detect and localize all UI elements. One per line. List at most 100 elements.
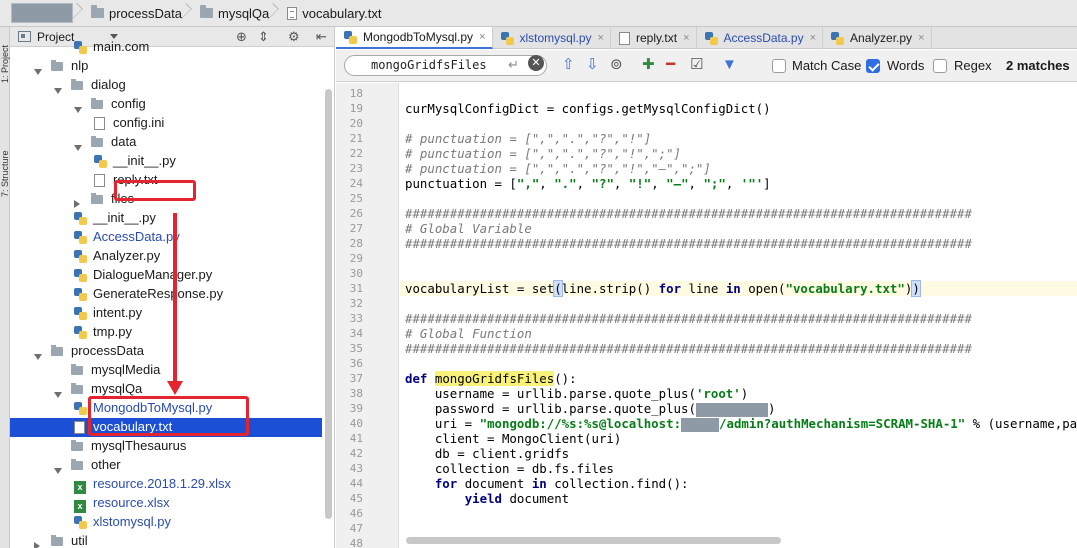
tree-item[interactable]: tmp.py xyxy=(10,323,322,342)
code-line: client = MongoClient(uri) xyxy=(405,431,622,446)
tree-item-label: DialogueManager.py xyxy=(93,267,213,282)
tool-tab-project[interactable]: 1: Project xyxy=(0,35,10,83)
collapse-arrow-icon[interactable] xyxy=(34,542,40,548)
next-occurrence-icon[interactable]: ⇩ xyxy=(586,56,599,74)
clear-search-icon[interactable]: ✕ xyxy=(528,55,544,71)
expand-arrow-icon[interactable] xyxy=(34,69,42,75)
regex-checkbox[interactable] xyxy=(933,59,947,73)
code-line: punctuation = [",", ".", "?", "!", "—", … xyxy=(405,176,771,191)
tree-item[interactable]: __init__.py xyxy=(10,209,322,228)
words-label[interactable]: Words xyxy=(887,59,924,73)
annotation-box-missing-file xyxy=(114,180,196,201)
python-file-icon xyxy=(74,326,87,339)
expand-arrow-icon[interactable] xyxy=(74,107,82,113)
tree-item[interactable]: config xyxy=(10,95,322,114)
tree-item-label: data xyxy=(111,134,137,149)
text-file-icon xyxy=(74,421,85,434)
line-number: 26 xyxy=(349,207,363,220)
expand-arrow-icon[interactable] xyxy=(74,145,82,151)
tree-item[interactable]: xlstomysql.py xyxy=(10,513,322,532)
tree-item-label: main.com xyxy=(93,39,150,54)
words-checkbox[interactable] xyxy=(866,59,880,73)
line-number: 34 xyxy=(349,327,363,340)
search-match: mongoGridfsFiles xyxy=(434,371,555,386)
previous-occurrence-icon[interactable]: ⇧ xyxy=(562,56,575,74)
text-file-icon xyxy=(94,117,105,130)
tree-item[interactable]: main.com xyxy=(10,38,322,57)
expand-arrow-icon[interactable] xyxy=(54,88,62,94)
tree-item-label: tmp.py xyxy=(93,324,133,339)
add-occurrence-icon[interactable]: ✚ xyxy=(642,56,655,74)
editor-tab[interactable]: xlstomysql.py × xyxy=(493,27,611,49)
line-number: 33 xyxy=(349,312,363,325)
editor-tab[interactable]: MongodbToMysql.py × xyxy=(336,27,493,49)
tree-item[interactable]: x resource.xlsx xyxy=(10,494,322,513)
tree-item[interactable]: mysqlThesaurus xyxy=(10,437,322,456)
remove-occurrence-icon[interactable]: ━ xyxy=(666,56,675,74)
code-line: uri = "mongodb://%s:%s@localhost:/admin?… xyxy=(405,416,1077,432)
breadcrumb-item-processdata[interactable]: processData xyxy=(91,0,182,27)
close-tab-icon[interactable]: × xyxy=(598,32,604,44)
tree-item[interactable]: other xyxy=(10,456,322,475)
filter-icon[interactable]: ▼ xyxy=(722,56,737,74)
folder-icon xyxy=(71,364,83,375)
close-tab-icon[interactable]: × xyxy=(479,31,485,43)
expand-arrow-icon[interactable] xyxy=(34,354,42,360)
code-area[interactable]: curMysqlConfigDict = configs.getMysqlCon… xyxy=(400,83,1077,548)
line-number: 42 xyxy=(349,447,363,460)
editor-tab[interactable]: Analyzer.py × xyxy=(823,27,932,49)
collapse-arrow-icon[interactable] xyxy=(74,200,80,208)
tree-item[interactable]: nlp xyxy=(10,57,322,76)
breadcrumb-item-vocabulary[interactable]: vocabulary.txt xyxy=(287,0,382,27)
tree-item[interactable]: data xyxy=(10,133,322,152)
tree-item[interactable]: __init__.py xyxy=(10,152,322,171)
line-number: 21 xyxy=(349,132,363,145)
code-line: curMysqlConfigDict = configs.getMysqlCon… xyxy=(405,101,771,116)
close-tab-icon[interactable]: × xyxy=(810,32,816,44)
tree-item[interactable]: x resource.2018.1.29.xlsx xyxy=(10,475,322,494)
tool-tab-structure[interactable]: 7: Structure xyxy=(0,117,10,197)
line-number: 39 xyxy=(349,402,363,415)
close-tab-icon[interactable]: × xyxy=(683,32,689,44)
code-line: collection = db.fs.files xyxy=(405,461,614,476)
python-file-icon xyxy=(831,31,845,45)
tree-item[interactable]: AccessData.py xyxy=(10,228,322,247)
match-case-checkbox[interactable] xyxy=(772,59,786,73)
tree-item-label: other xyxy=(91,457,121,472)
line-number: 36 xyxy=(349,357,363,370)
python-file-icon xyxy=(74,231,87,244)
tree-item[interactable]: dialog xyxy=(10,76,322,95)
tree-scrollbar[interactable] xyxy=(325,89,332,519)
folder-icon xyxy=(71,383,83,394)
breadcrumb-label: processData xyxy=(109,5,182,21)
tree-item[interactable]: mysqlMedia xyxy=(10,361,322,380)
match-case-label[interactable]: Match Case xyxy=(792,59,861,73)
tree-item[interactable]: Analyzer.py xyxy=(10,247,322,266)
regex-label[interactable]: Regex xyxy=(954,59,992,73)
breadcrumb-item-mysqlqa[interactable]: mysqlQa xyxy=(199,0,269,27)
tree-item[interactable]: config.ini xyxy=(10,114,322,133)
search-history-icon[interactable]: ↵ xyxy=(508,56,519,74)
redacted-project-crumb[interactable] xyxy=(11,3,73,23)
tree-item[interactable]: GenerateResponse.py xyxy=(10,285,322,304)
line-number: 32 xyxy=(349,297,363,310)
select-all-occurrences-icon[interactable]: ☑ xyxy=(690,56,703,74)
tree-item[interactable]: util xyxy=(10,532,322,548)
close-tab-icon[interactable]: × xyxy=(918,32,924,44)
line-number: 46 xyxy=(349,507,363,520)
navigation-breadcrumb: processData mysqlQa vocabulary.txt xyxy=(0,0,1077,27)
project-panel: Project ⊕ ⇕ ⚙ ⇤ main.com nlp dialog config c… xyxy=(10,27,335,548)
expand-arrow-icon[interactable] xyxy=(54,392,62,398)
line-number: 22 xyxy=(349,147,363,160)
folder-icon xyxy=(71,440,83,451)
editor-tab-label: MongodbToMysql.py xyxy=(363,30,474,44)
editor-tab[interactable]: AccessData.py × xyxy=(697,27,824,49)
python-file-icon xyxy=(704,31,718,45)
editor-tab[interactable]: reply.txt × xyxy=(611,27,697,49)
horizontal-scrollbar[interactable] xyxy=(406,537,781,544)
tree-item[interactable]: intent.py xyxy=(10,304,322,323)
tree-item[interactable]: processData xyxy=(10,342,322,361)
tree-item[interactable]: DialogueManager.py xyxy=(10,266,322,285)
find-all-icon[interactable]: ⊚ xyxy=(610,56,623,74)
expand-arrow-icon[interactable] xyxy=(54,468,62,474)
